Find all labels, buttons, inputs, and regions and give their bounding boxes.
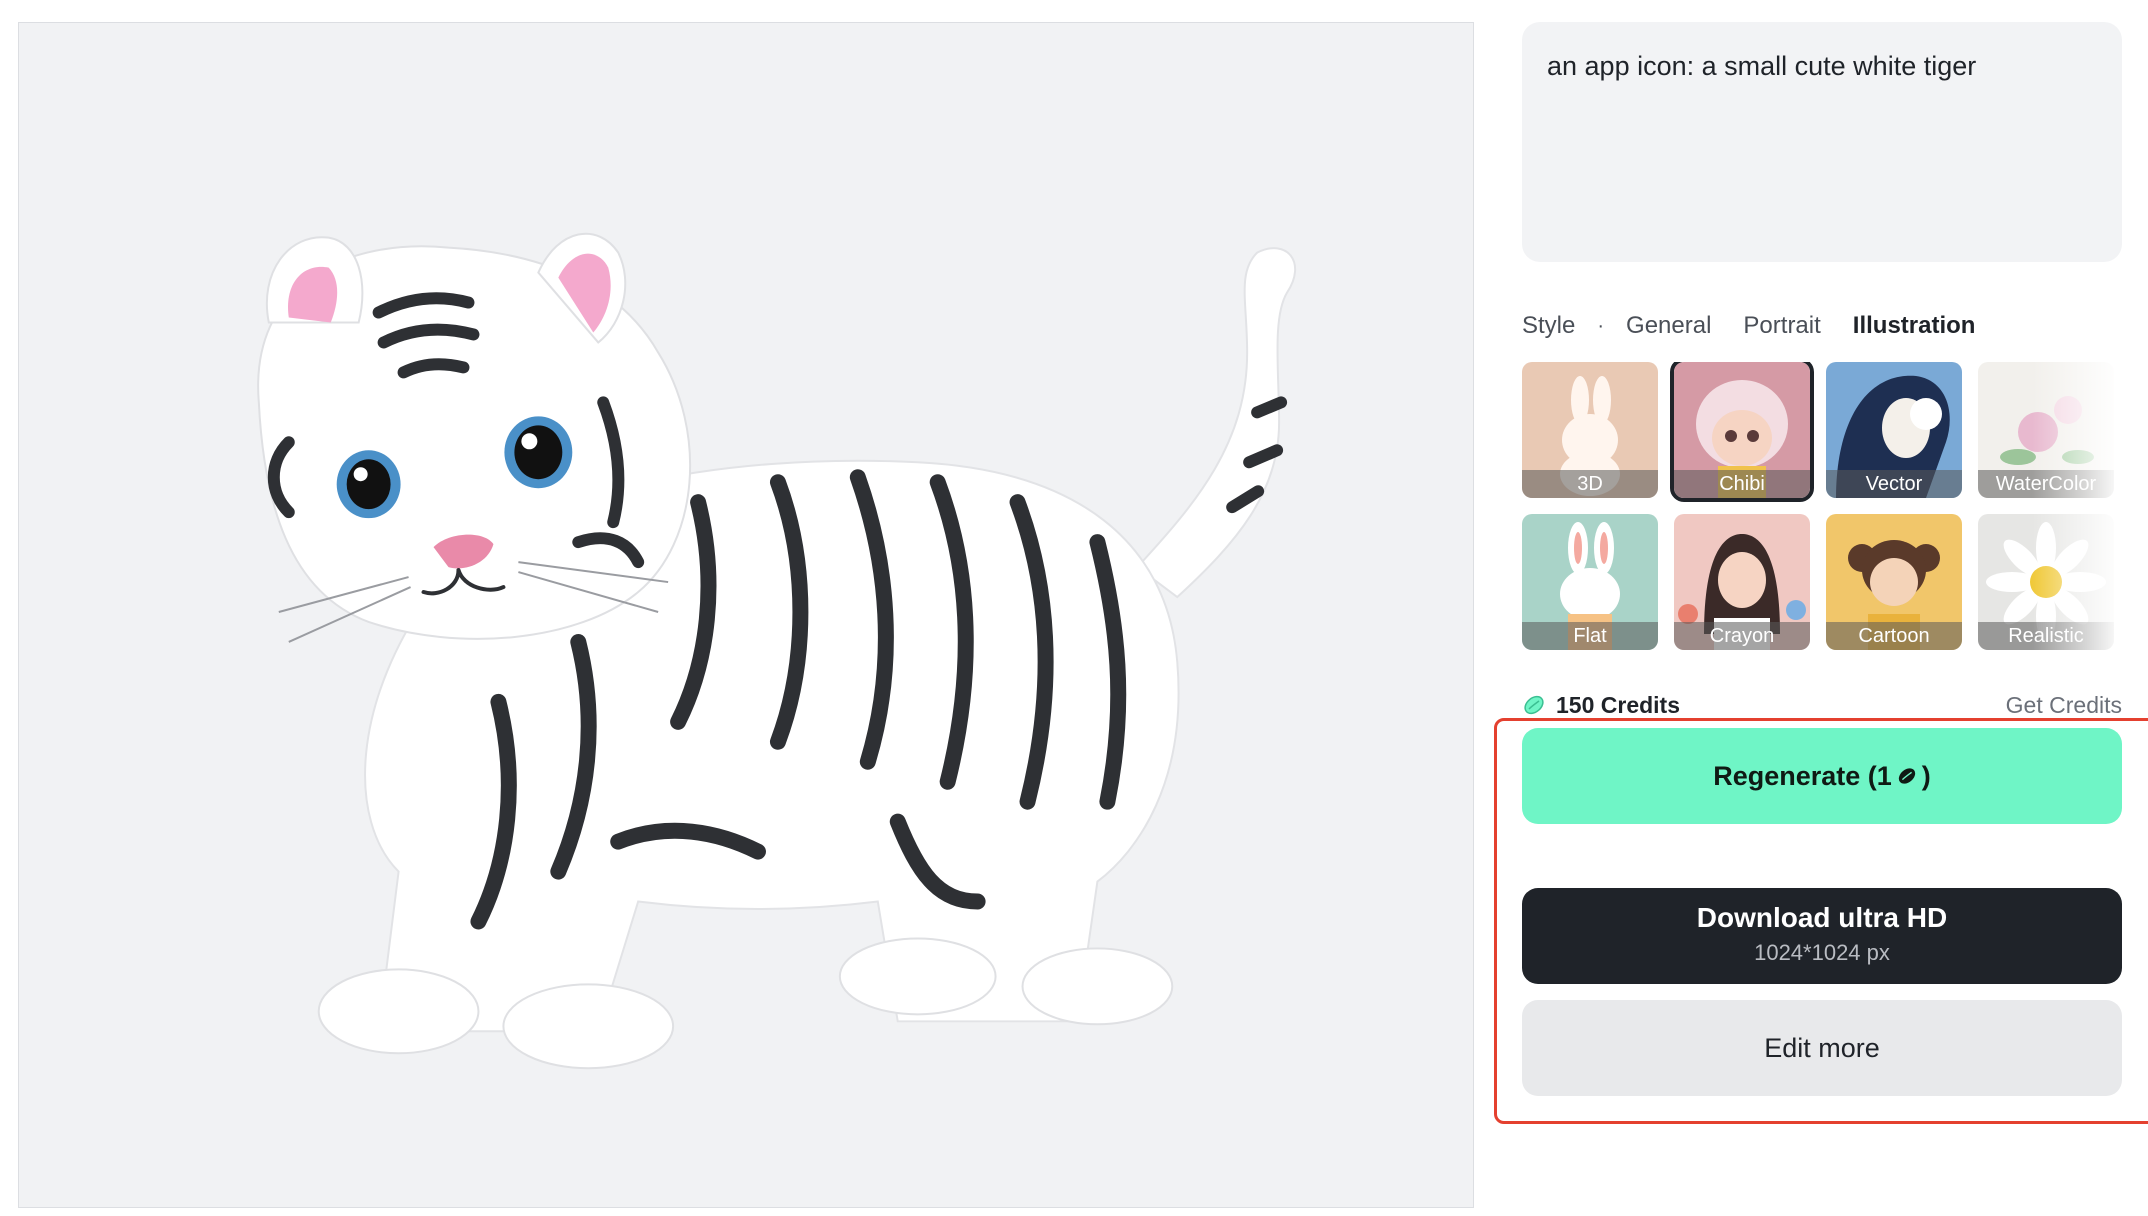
credits-balance: 150 Credits [1556, 691, 1681, 718]
style-separator: · [1597, 314, 1605, 337]
style-option-label: Flat [1522, 622, 1658, 650]
style-option-crayon[interactable]: Crayon [1674, 514, 1810, 650]
style-option-chibi[interactable]: Chibi [1670, 362, 1814, 502]
highlight-box [1494, 718, 2148, 1124]
style-option-label: WaterColor [1978, 470, 2114, 498]
style-label: Style [1522, 312, 1576, 339]
style-option-label: Chibi [1674, 470, 1810, 498]
generated-image-canvas [18, 22, 1474, 1208]
credits-row: 150 Credits Get Credits [1522, 688, 2122, 722]
get-credits-link[interactable]: Get Credits [2006, 692, 2122, 719]
style-option-label: Cartoon [1826, 622, 1962, 650]
prompt-input[interactable]: an app icon: a small cute white tiger [1522, 22, 2122, 262]
white-tiger-image [257, 232, 1297, 1070]
style-option-vector[interactable]: Vector [1826, 362, 1962, 498]
style-option-label: 3D [1522, 470, 1658, 498]
style-option-label: Vector [1826, 470, 1962, 498]
style-option-watercolor[interactable]: WaterColor [1978, 362, 2114, 498]
style-tabs: Style · General Portrait Illustration [1522, 312, 2007, 340]
bean-icon [1524, 695, 1544, 715]
prompt-text: an app icon: a small cute white tiger [1547, 51, 1977, 81]
style-option-3d[interactable]: 3D [1522, 362, 1658, 498]
style-option-label: Realistic [1978, 622, 2114, 650]
style-option-label: Crayon [1674, 622, 1810, 650]
style-option-flat[interactable]: Flat [1522, 514, 1658, 650]
style-option-cartoon[interactable]: Cartoon [1826, 514, 1962, 650]
tab-illustration[interactable]: Illustration [1853, 312, 1976, 340]
tab-portrait[interactable]: Portrait [1743, 312, 1820, 340]
style-options-grid: 3D Chibi Vector WaterColor Flat Crayon C… [1522, 362, 2122, 672]
tab-general[interactable]: General [1626, 312, 1711, 340]
style-option-realistic[interactable]: Realistic [1978, 514, 2114, 650]
